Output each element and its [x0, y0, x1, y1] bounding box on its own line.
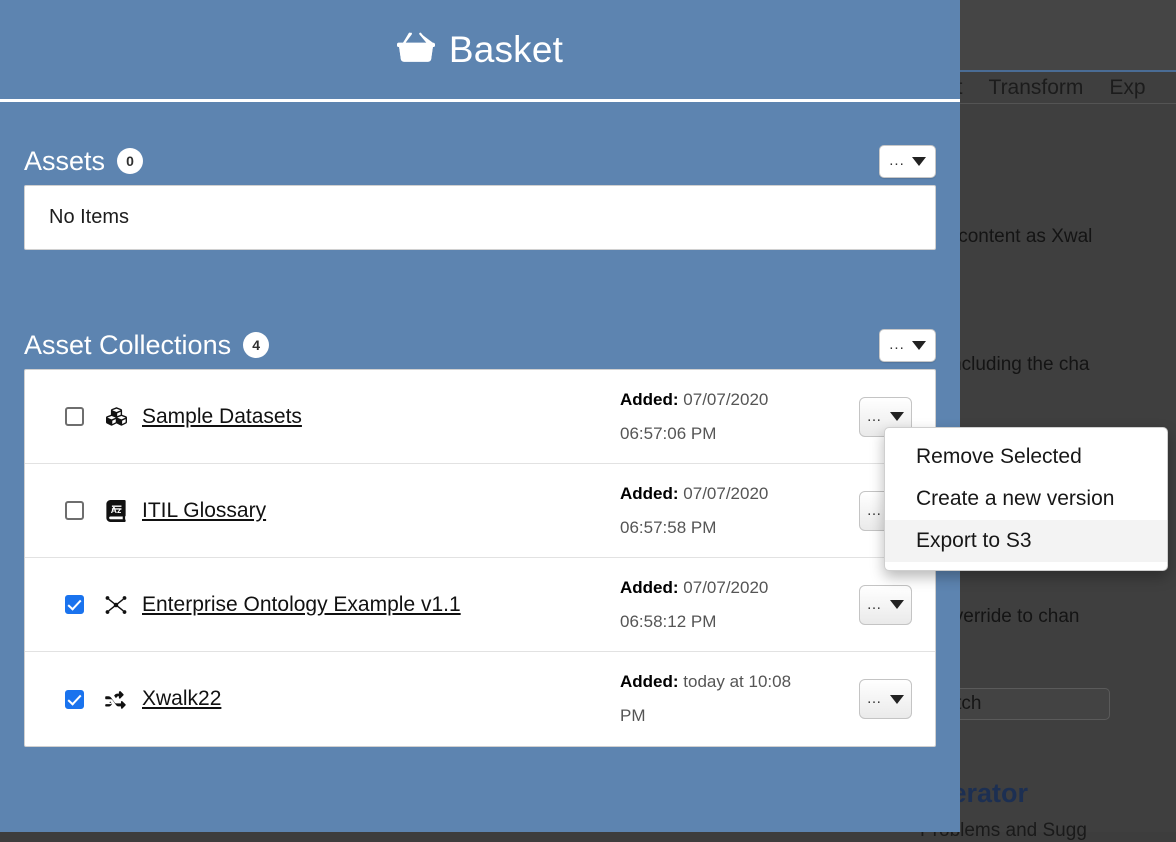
collections-section-header: Asset Collections 4 ... — [0, 321, 960, 369]
table-row: Az ITIL Glossary Added: 07/07/2020 06:57… — [25, 464, 935, 558]
assets-section: Assets 0 ... No Items — [0, 137, 960, 250]
added-time: 06:57:58 PM — [620, 518, 716, 537]
basket-modal: Basket Assets 0 ... No Items Asset Colle… — [0, 0, 960, 832]
header-divider — [0, 99, 960, 102]
collections-heading: Asset Collections — [24, 330, 231, 361]
background-tab-export[interactable]: Exp — [1109, 76, 1145, 100]
collections-actions-dropdown-menu: Remove Selected Create a new version Exp… — [884, 427, 1168, 571]
row-actions-menu-button[interactable]: … — [859, 585, 912, 625]
row-checkbox[interactable] — [65, 595, 84, 614]
collection-link[interactable]: ITIL Glossary — [142, 499, 266, 523]
row-actions-cell: … — [835, 585, 935, 625]
chevron-down-icon — [912, 157, 926, 166]
background-tab-bar: ort Transform Exp — [930, 72, 1176, 104]
row-checkbox[interactable] — [65, 501, 84, 520]
collection-link[interactable]: Sample Datasets — [142, 405, 302, 429]
added-date: 07/07/2020 — [683, 484, 768, 503]
row-actions-menu-button[interactable]: … — [859, 679, 912, 719]
assets-count-badge: 0 — [117, 148, 143, 174]
chevron-down-icon — [890, 412, 904, 421]
chevron-down-icon — [890, 695, 904, 704]
added-date: 07/07/2020 — [683, 578, 768, 597]
ellipsis-icon: … — [867, 414, 883, 420]
assets-empty-message: No Items — [25, 186, 935, 249]
glossary-book-icon: Az — [104, 500, 128, 522]
row-checkbox[interactable] — [65, 407, 84, 426]
chevron-down-icon — [912, 341, 926, 350]
added-time: PM — [620, 706, 646, 725]
row-added-info: Added: 07/07/2020 06:57:06 PM — [620, 383, 835, 451]
collection-link[interactable]: Enterprise Ontology Example v1.1 — [142, 593, 461, 617]
chevron-down-icon — [890, 600, 904, 609]
cubes-icon — [104, 406, 128, 428]
table-row: Xwalk22 Added: today at 10:08 PM … — [25, 652, 935, 746]
crosswalk-shuffle-icon — [104, 688, 128, 710]
background-tab-transform[interactable]: Transform — [989, 76, 1084, 100]
row-actions-cell: … — [835, 679, 935, 719]
added-label: Added: — [620, 484, 679, 503]
basket-title: Basket — [449, 29, 563, 71]
table-row: Enterprise Ontology Example v1.1 Added: … — [25, 558, 935, 652]
row-checkbox[interactable] — [65, 690, 84, 709]
ontology-graph-icon — [104, 594, 128, 616]
ellipsis-icon: ... — [889, 342, 905, 348]
ellipsis-icon: … — [867, 508, 883, 514]
collections-count-badge: 4 — [243, 332, 269, 358]
ellipsis-icon: ... — [889, 158, 905, 164]
row-added-info: Added: 07/07/2020 06:57:58 PM — [620, 477, 835, 545]
ellipsis-icon: … — [867, 696, 883, 702]
shopping-basket-icon — [397, 29, 435, 70]
added-time: 06:58:12 PM — [620, 612, 716, 631]
collections-list-panel: Sample Datasets Added: 07/07/2020 06:57:… — [24, 369, 936, 747]
added-date: 07/07/2020 — [683, 390, 768, 409]
added-date: today at 10:08 — [683, 672, 791, 691]
assets-section-header: Assets 0 ... — [0, 137, 960, 185]
added-label: Added: — [620, 578, 679, 597]
table-row: Sample Datasets Added: 07/07/2020 06:57:… — [25, 370, 935, 464]
added-label: Added: — [620, 672, 679, 691]
collection-link[interactable]: Xwalk22 — [142, 687, 221, 711]
menu-item-create-new-version[interactable]: Create a new version — [885, 478, 1167, 520]
added-label: Added: — [620, 390, 679, 409]
row-added-info: Added: 07/07/2020 06:58:12 PM — [620, 571, 835, 639]
assets-list-panel: No Items — [24, 185, 936, 250]
collections-actions-menu-button[interactable]: ... — [879, 329, 936, 362]
assets-actions-menu-button[interactable]: ... — [879, 145, 936, 178]
menu-item-export-to-s3[interactable]: Export to S3 — [885, 520, 1167, 562]
row-added-info: Added: today at 10:08 PM — [620, 665, 835, 733]
menu-item-remove-selected[interactable]: Remove Selected — [885, 436, 1167, 478]
ellipsis-icon: … — [867, 602, 883, 608]
assets-heading: Assets — [24, 146, 105, 177]
added-time: 06:57:06 PM — [620, 424, 716, 443]
svg-text:Az: Az — [111, 504, 121, 514]
asset-collections-section: Asset Collections 4 ... Sample Datasets … — [0, 321, 960, 747]
basket-header: Basket — [0, 0, 960, 99]
